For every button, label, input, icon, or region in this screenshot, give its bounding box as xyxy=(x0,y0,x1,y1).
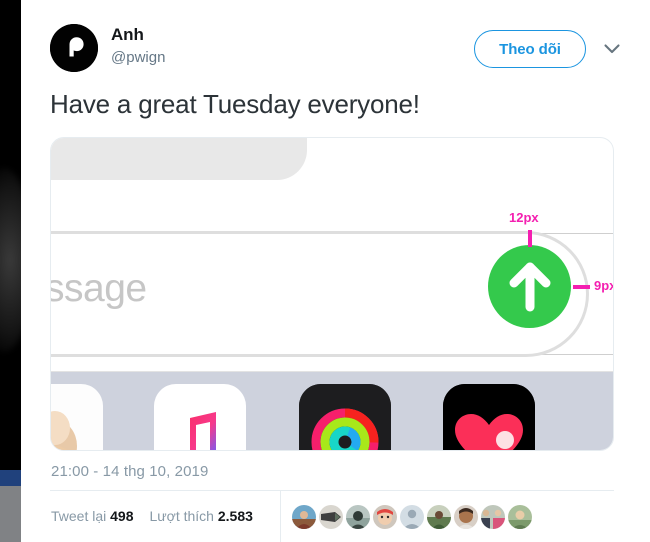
page-edge-black-strip xyxy=(0,0,34,470)
media-dock-strip xyxy=(51,371,613,450)
liker-avatar-6[interactable] xyxy=(427,505,451,529)
media-send-button xyxy=(488,245,571,328)
tweet-header: Anh @pwign Theo dõi xyxy=(50,24,632,76)
follow-button[interactable]: Theo dõi xyxy=(474,30,586,68)
liker-avatar-5[interactable] xyxy=(400,505,424,529)
liker-avatars-list xyxy=(292,505,532,529)
liker-avatar-4[interactable] xyxy=(373,505,397,529)
liker-avatar-9[interactable] xyxy=(508,505,532,529)
user-handle: @pwign xyxy=(111,49,166,66)
liker-avatar-8[interactable] xyxy=(481,505,505,529)
health-app-icon xyxy=(443,384,535,450)
measure-tick-top xyxy=(528,230,532,247)
stats-divider xyxy=(50,490,614,491)
liker-avatar-3[interactable] xyxy=(346,505,370,529)
apple-music-app-icon xyxy=(154,384,246,450)
liker-avatar-1[interactable] xyxy=(292,505,316,529)
liker-avatar-7[interactable] xyxy=(454,505,478,529)
photos-app-icon xyxy=(51,384,103,450)
stats-vertical-divider xyxy=(280,491,281,542)
tweet-text: Have a great Tuesday everyone! xyxy=(50,89,420,119)
tweet-timestamp[interactable]: 21:00 - 14 thg 10, 2019 xyxy=(51,463,208,480)
activity-rings-app-icon xyxy=(299,384,391,450)
measure-tick-right xyxy=(573,285,590,289)
media-placeholder-text: ssage xyxy=(50,267,147,310)
tweet-card: Anh @pwign Theo dõi Have a great Tuesday… xyxy=(21,0,650,542)
like-label: Lượt thích xyxy=(149,508,214,524)
retweet-stat[interactable]: Tweet lại 498 xyxy=(51,508,134,524)
arrow-up-icon xyxy=(509,262,550,311)
liker-avatar-2[interactable] xyxy=(319,505,343,529)
retweet-label: Tweet lại xyxy=(51,508,107,524)
like-count: 2.583 xyxy=(217,508,253,524)
measure-label-right: 9px xyxy=(594,278,613,293)
pwign-logo-avatar-icon xyxy=(50,24,98,72)
like-stat[interactable]: Lượt thích 2.583 xyxy=(150,508,253,524)
tweet-stats-row: Tweet lại 498 Lượt thích 2.583 xyxy=(51,503,269,529)
measure-label-top: 12px xyxy=(509,210,539,225)
user-name-block[interactable]: Anh @pwign xyxy=(111,24,165,68)
retweet-count: 498 xyxy=(110,508,134,524)
tweet-media-image[interactable]: ssage 12px 9px xyxy=(50,137,614,451)
avatar[interactable] xyxy=(50,24,98,72)
media-grey-bubble-tail xyxy=(237,138,307,180)
page-edge-blue-strip xyxy=(0,470,21,486)
tweet-more-menu-button[interactable] xyxy=(599,38,625,60)
chevron-down-icon xyxy=(604,44,620,54)
display-name: Anh xyxy=(111,25,144,44)
page-edge-gray-strip xyxy=(0,486,21,542)
page-root: Anh @pwign Theo dõi Have a great Tuesday… xyxy=(0,0,650,542)
